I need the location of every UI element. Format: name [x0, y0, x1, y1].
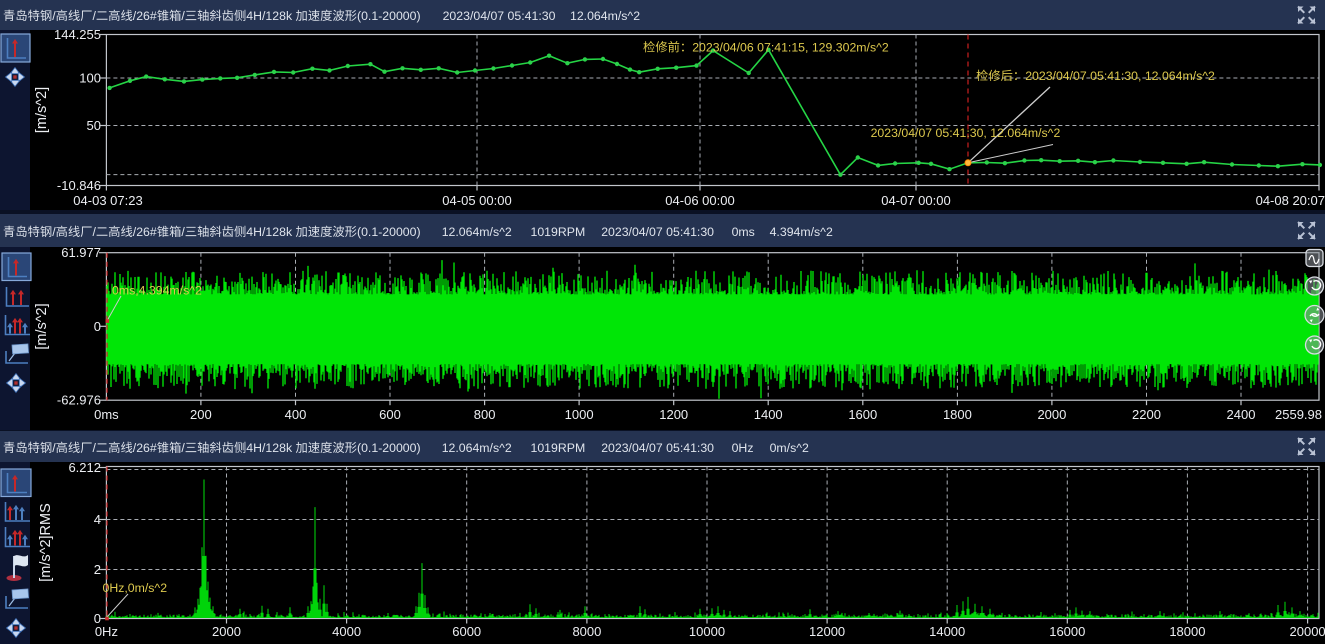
svg-text:12.064m/s^2: 12.064m/s^2 [442, 441, 512, 455]
svg-text:4.394m/s^2: 4.394m/s^2 [770, 225, 833, 239]
svg-text:2023/04/07 05:41:30, 12.064m/s: 2023/04/07 05:41:30, 12.064m/s^2 [871, 126, 1061, 140]
svg-text:100: 100 [79, 71, 101, 86]
svg-text:[m/s^2]: [m/s^2] [34, 87, 50, 133]
svg-text:0Hz: 0Hz [95, 624, 118, 639]
svg-text:/: / [181, 9, 185, 23]
svg-text:2559.98: 2559.98 [1275, 407, 1322, 422]
svg-text:04-03 07:23: 04-03 07:23 [73, 193, 142, 208]
svg-text:12.064m/s^2: 12.064m/s^2 [570, 9, 640, 23]
svg-text:4H/128k: 4H/128k [246, 441, 293, 455]
svg-text:1000: 1000 [565, 407, 594, 422]
svg-text:8000: 8000 [572, 624, 601, 639]
svg-text:0m/s^2: 0m/s^2 [770, 441, 809, 455]
svg-text:1200: 1200 [659, 407, 688, 422]
svg-text:1400: 1400 [754, 407, 783, 422]
svg-text:/26#: /26# [133, 225, 157, 239]
svg-text:2023/04/07 05:41:30: 2023/04/07 05:41:30 [443, 9, 556, 23]
svg-text:10000: 10000 [689, 624, 725, 639]
svg-text:-10.846: -10.846 [57, 178, 101, 193]
svg-text:04-07 00:00: 04-07 00:00 [881, 193, 950, 208]
svg-text:/: / [93, 441, 97, 455]
svg-text:/: / [52, 441, 56, 455]
svg-text:2000: 2000 [1037, 407, 1066, 422]
svg-text:/: / [93, 225, 97, 239]
svg-text:1019RPM: 1019RPM [531, 225, 586, 239]
svg-text:0ms: 0ms [94, 407, 119, 422]
svg-text:[m/s^2]: [m/s^2] [34, 303, 50, 349]
svg-text:800: 800 [474, 407, 496, 422]
svg-text:/26#: /26# [133, 441, 157, 455]
svg-text:-62.976: -62.976 [57, 393, 101, 408]
svg-text:1600: 1600 [848, 407, 877, 422]
svg-text:(0.1-20000): (0.1-20000) [357, 9, 421, 23]
svg-text:2200: 2200 [1132, 407, 1161, 422]
svg-text:4H/128k: 4H/128k [246, 9, 293, 23]
svg-text:0Hz,0m/s^2: 0Hz,0m/s^2 [103, 581, 168, 595]
svg-text:12.064m/s^2: 12.064m/s^2 [442, 225, 512, 239]
svg-text:2023/04/07 05:41:30, 12.064m/s: 2023/04/07 05:41:30, 12.064m/s^2 [1025, 69, 1215, 83]
svg-text:1019RPM: 1019RPM [531, 441, 586, 455]
svg-text:4H/128k: 4H/128k [246, 225, 293, 239]
svg-text:04-08 20:07: 04-08 20:07 [1256, 193, 1325, 208]
svg-text:/: / [52, 9, 56, 23]
svg-text:50: 50 [87, 118, 101, 133]
svg-text:2023/04/07 05:41:30: 2023/04/07 05:41:30 [601, 441, 714, 455]
svg-text:2023/04/06 07:41:15, 129.302m/: 2023/04/06 07:41:15, 129.302m/s^2 [692, 40, 889, 54]
svg-text:/: / [93, 9, 97, 23]
svg-text:12000: 12000 [809, 624, 845, 639]
svg-text:6.212: 6.212 [68, 462, 101, 475]
svg-text:400: 400 [285, 407, 307, 422]
svg-text:144.255: 144.255 [54, 30, 101, 42]
svg-text:6000: 6000 [452, 624, 481, 639]
svg-text:200: 200 [190, 407, 212, 422]
svg-text:0ms,4.394m/s^2: 0ms,4.394m/s^2 [112, 284, 202, 298]
svg-text:20000: 20000 [1290, 624, 1325, 639]
svg-text:2400: 2400 [1227, 407, 1256, 422]
svg-text:2000: 2000 [212, 624, 241, 639]
svg-text:0ms: 0ms [732, 225, 755, 239]
svg-text:14000: 14000 [929, 624, 965, 639]
svg-text:(0.1-20000): (0.1-20000) [357, 441, 421, 455]
svg-text:1800: 1800 [943, 407, 972, 422]
svg-text:0Hz: 0Hz [732, 441, 754, 455]
svg-text:/: / [181, 225, 185, 239]
svg-text:04-06 00:00: 04-06 00:00 [665, 193, 734, 208]
svg-text:18000: 18000 [1169, 624, 1205, 639]
svg-text:61.977: 61.977 [61, 247, 101, 260]
svg-text:/: / [52, 225, 56, 239]
svg-text:(0.1-20000): (0.1-20000) [357, 225, 421, 239]
svg-text:04-05 00:00: 04-05 00:00 [442, 193, 511, 208]
svg-text:2023/04/07 05:41:30: 2023/04/07 05:41:30 [601, 225, 714, 239]
svg-text:4000: 4000 [332, 624, 361, 639]
svg-text:/: / [181, 441, 185, 455]
svg-text:16000: 16000 [1049, 624, 1085, 639]
svg-text:600: 600 [379, 407, 401, 422]
svg-text:/26#: /26# [133, 9, 157, 23]
svg-text:[m/s^2]RMS: [m/s^2]RMS [38, 503, 54, 582]
